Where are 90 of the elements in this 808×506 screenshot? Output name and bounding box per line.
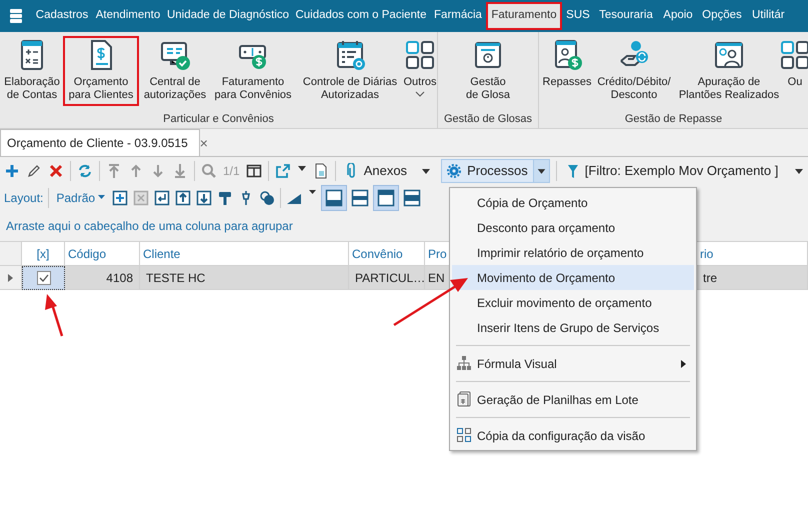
ribbon-button[interactable]: Crédito/Débito/ Desconto bbox=[594, 36, 674, 106]
paperclip-icon bbox=[346, 162, 358, 178]
menu-item[interactable]: Unidade de Diagnóstico bbox=[164, 2, 292, 30]
grid-icon bbox=[779, 39, 808, 71]
group-by-hint: Arraste aqui o cabeçalho de uma coluna para agrupar bbox=[6, 218, 293, 235]
caret-icon bbox=[421, 166, 432, 174]
menu-item[interactable]: Cópia de Orçamento bbox=[452, 190, 694, 215]
checkbox-cell[interactable] bbox=[22, 266, 65, 290]
ribbon-group-label: Gestão de Glosas bbox=[442, 112, 534, 127]
move-up-icon[interactable] bbox=[175, 190, 192, 206]
person-card-icon bbox=[713, 39, 745, 71]
layout-toggle-button[interactable] bbox=[321, 184, 348, 210]
filter-icon bbox=[566, 162, 579, 178]
layout-dropdown[interactable]: Padrão bbox=[54, 188, 108, 206]
export-icon[interactable] bbox=[274, 162, 291, 178]
caret-icon bbox=[98, 195, 106, 200]
menu-item[interactable]: Imprimir relatório de orçamento bbox=[452, 240, 694, 265]
panel-layout-icon bbox=[377, 188, 396, 206]
caret-icon bbox=[532, 160, 549, 182]
tab-title: Orçamento de Cliente - 03.9.0515 bbox=[7, 135, 188, 152]
gear-icon bbox=[447, 164, 462, 178]
table-cell: PARTICUL… bbox=[349, 266, 425, 290]
menu-item[interactable]: Farmácia bbox=[430, 2, 486, 30]
panel-layout-icon bbox=[403, 188, 422, 206]
filter-dropdown[interactable]: [Filtro: Exemplo Mov Orçamento ] bbox=[562, 160, 808, 180]
columns-icon[interactable] bbox=[246, 162, 262, 178]
row-checkbox[interactable] bbox=[36, 271, 50, 285]
layout-toggle-button[interactable] bbox=[373, 184, 400, 210]
column-header[interactable]: Código bbox=[65, 242, 140, 266]
refresh-icon[interactable] bbox=[77, 162, 93, 178]
ribbon-button[interactable]: Gestão de Glosa bbox=[440, 36, 536, 106]
column-header[interactable]: Cliente bbox=[140, 242, 349, 266]
menu-item[interactable]: Movimento de Orçamento bbox=[452, 265, 694, 290]
ribbon-button[interactable]: Apuração de Plantões Realizados bbox=[675, 36, 783, 106]
ribbon-button[interactable]: Repasses bbox=[541, 36, 593, 93]
spreadsheet-icon bbox=[456, 391, 472, 407]
menu-item[interactable]: Atendimento bbox=[92, 2, 164, 30]
grid-icon bbox=[404, 39, 436, 71]
column-header[interactable]: rio bbox=[697, 242, 808, 266]
anexos-button[interactable]: Anexos bbox=[342, 160, 436, 182]
panel-layout-icon bbox=[325, 188, 344, 206]
insert-row-icon[interactable] bbox=[154, 190, 170, 206]
menu-item[interactable]: Opções bbox=[698, 2, 746, 30]
org-chart-icon bbox=[456, 355, 472, 371]
column-header[interactable]: [x] bbox=[22, 242, 65, 266]
add-row-icon[interactable] bbox=[112, 190, 128, 206]
ribbon-button[interactable]: Ou bbox=[784, 36, 806, 93]
table-cell: TESTE HC bbox=[140, 266, 349, 290]
ribbon-button[interactable]: Orçamento para Clientes bbox=[63, 36, 139, 106]
menu-item[interactable]: Inserir Itens de Grupo de Serviços bbox=[452, 315, 694, 340]
menu-item[interactable]: Utilitár bbox=[746, 2, 785, 30]
ribbon-group-label: Particular e Convênios bbox=[162, 112, 275, 127]
menu-item[interactable]: Fórmula Visual bbox=[452, 351, 694, 376]
move-down-icon[interactable] bbox=[196, 190, 212, 206]
menu-item[interactable]: Cadastros bbox=[32, 2, 92, 30]
menu-item[interactable]: Cuidados com o Paciente bbox=[292, 2, 430, 30]
document-icon[interactable] bbox=[312, 162, 329, 178]
ribbon-button[interactable]: Controle de Diárias Autorizadas bbox=[296, 36, 404, 106]
menu-item[interactable]: Geração de Planilhas em Lote bbox=[452, 387, 694, 412]
layout-label: Layout: bbox=[4, 190, 44, 206]
processos-button[interactable]: Processos bbox=[441, 158, 550, 182]
ribbon-button[interactable]: Faturamento para Convênios bbox=[211, 36, 295, 106]
menu-item[interactable]: Apoio bbox=[658, 2, 698, 30]
panel-layout-icon bbox=[351, 188, 370, 206]
add-icon[interactable] bbox=[4, 162, 20, 178]
calendar-icon bbox=[334, 39, 366, 71]
menu-item[interactable]: Cópia da configuração da visão bbox=[452, 423, 694, 448]
ribbon-button[interactable]: Central de autorizações bbox=[140, 36, 210, 106]
shapes-icon[interactable] bbox=[259, 190, 276, 206]
menu-item[interactable]: Excluir movimento de orçamento bbox=[452, 290, 694, 315]
table-cell: tre bbox=[697, 266, 808, 290]
pencil-icon[interactable] bbox=[26, 162, 42, 178]
column-header[interactable]: Convênio bbox=[349, 242, 425, 266]
delete-icon[interactable] bbox=[48, 162, 64, 178]
menu-item[interactable]: Desconto para orçamento bbox=[452, 215, 694, 240]
menu-item[interactable]: Tesouraria bbox=[594, 2, 658, 30]
ribbon-button[interactable]: Elaboração de Contas bbox=[2, 36, 62, 106]
close-button[interactable]: × bbox=[200, 136, 208, 150]
ribbon-button[interactable]: Outros bbox=[405, 36, 435, 101]
ribbon-group-label: Gestão de Repasse bbox=[624, 112, 724, 127]
caret-icon bbox=[794, 166, 804, 174]
panels-icon bbox=[456, 427, 472, 443]
triangle-icon bbox=[8, 274, 13, 282]
menu-item[interactable]: SUS bbox=[562, 2, 594, 30]
monitor-check-icon bbox=[159, 39, 191, 71]
table-cell: 4108 bbox=[65, 266, 140, 290]
menu-item[interactable]: Faturamento bbox=[486, 2, 562, 30]
row-indicator[interactable] bbox=[0, 266, 22, 290]
page-counter: 1/1 bbox=[223, 162, 240, 180]
table-cell: EN bbox=[425, 266, 449, 290]
